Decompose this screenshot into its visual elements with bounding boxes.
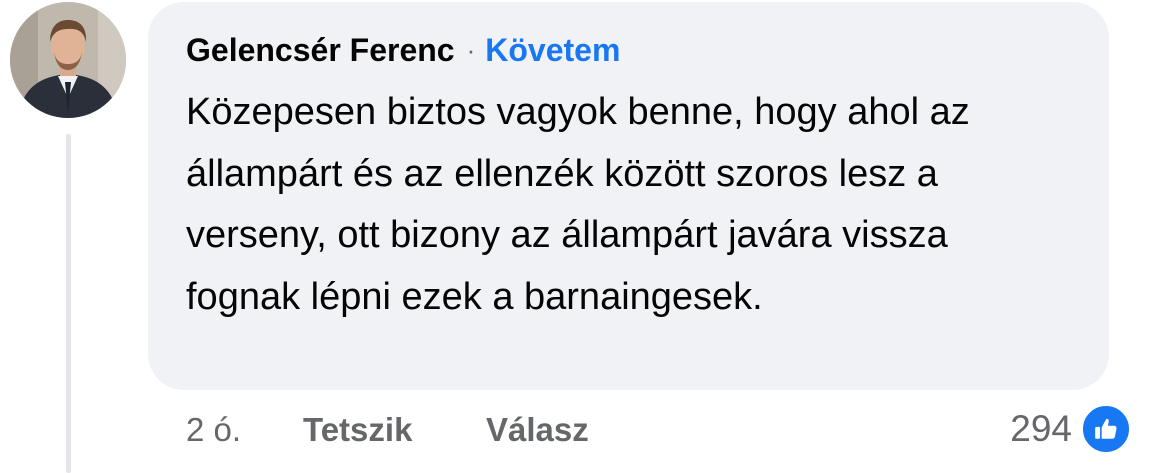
comment-thread: Gelencsér Ferenc · Követem Közepesen biz…: [0, 0, 1154, 473]
thread-connector-line: [66, 134, 71, 473]
reaction-count: 294: [1010, 408, 1072, 449]
thumbs-up-icon: [1080, 403, 1132, 455]
comment-bubble: Gelencsér Ferenc · Követem Közepesen biz…: [148, 2, 1109, 390]
reactions-summary[interactable]: 294: [1010, 403, 1132, 455]
reply-button[interactable]: Válasz: [486, 405, 589, 455]
comment-header: Gelencsér Ferenc · Követem: [186, 28, 620, 72]
comment-body: Közepesen biztos vagyok benne, hogy ahol…: [186, 91, 970, 318]
avatar-photo: [10, 2, 126, 118]
like-button[interactable]: Tetszik: [303, 405, 412, 455]
comment-timestamp[interactable]: 2 ó.: [186, 405, 241, 455]
follow-button[interactable]: Követem: [485, 32, 620, 69]
header-separator: ·: [466, 34, 476, 65]
author-name-link[interactable]: Gelencsér Ferenc: [186, 32, 455, 69]
avatar[interactable]: [10, 2, 126, 118]
